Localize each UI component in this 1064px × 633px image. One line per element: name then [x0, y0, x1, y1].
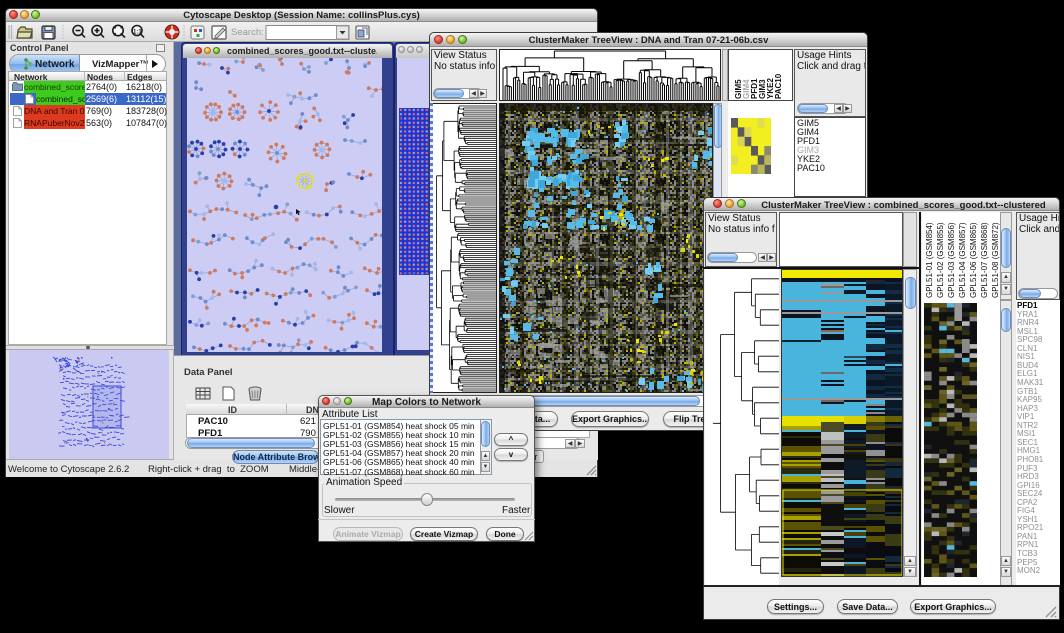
- svg-text:1:1: 1:1: [133, 30, 142, 36]
- svg-text:Search:: Search:: [231, 27, 264, 38]
